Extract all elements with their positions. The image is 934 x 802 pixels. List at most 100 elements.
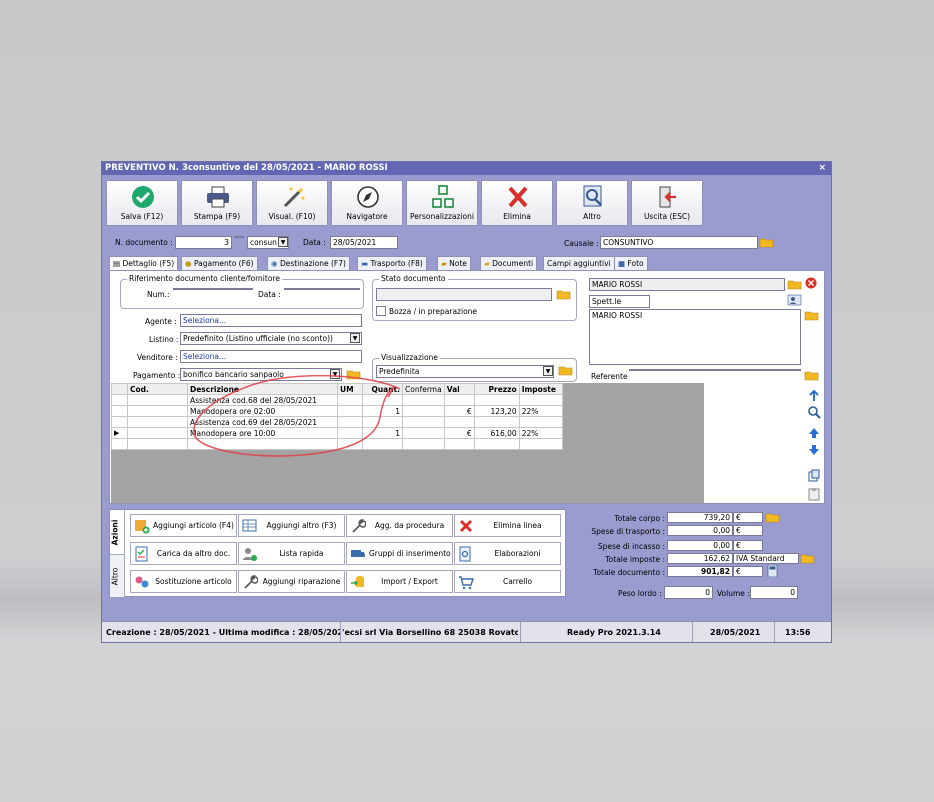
- insertion-groups-button[interactable]: Gruppi di inserimento: [346, 542, 453, 565]
- doc-number-input[interactable]: 3: [175, 236, 232, 249]
- peso-lordo-input[interactable]: 0: [664, 586, 713, 599]
- arrow-up-icon[interactable]: [807, 426, 821, 440]
- listino-select[interactable]: Predefinito (Listino ufficiale (no scont…: [180, 332, 362, 345]
- other-button[interactable]: Altro: [556, 180, 628, 226]
- arrow-down-icon[interactable]: [807, 443, 821, 457]
- add-from-procedure-button[interactable]: Agg. da procedura: [346, 514, 453, 537]
- cart-button[interactable]: Carrello: [454, 570, 561, 593]
- tab-trasporto[interactable]: ▬ Trasporto (F8): [357, 256, 427, 270]
- chevron-down-icon[interactable]: ▼: [543, 366, 553, 376]
- totale-imposte-label: Totale imposte :: [605, 555, 665, 564]
- checklist-icon: [135, 546, 148, 562]
- view-group-title: Visualizzazione: [379, 353, 440, 362]
- status-time: 13:56: [785, 628, 811, 637]
- processing-button[interactable]: Elaborazioni: [454, 542, 561, 565]
- cell-prezzo[interactable]: [473, 416, 520, 428]
- status-input[interactable]: [376, 288, 552, 301]
- agent-input[interactable]: Seleziona...: [180, 314, 362, 327]
- folder-icon[interactable]: [804, 369, 819, 381]
- doc-number-spinner[interactable]: [234, 236, 244, 238]
- tab-destinazione[interactable]: ◉ Destinazione (F7): [267, 256, 350, 270]
- causale-input[interactable]: CONSUNTIVO: [600, 236, 758, 249]
- tab-campi-aggiuntivi[interactable]: Campi aggiuntivi: [543, 256, 615, 270]
- preview-label: Visual. (F10): [268, 212, 316, 221]
- cell-prezzo[interactable]: [473, 394, 520, 406]
- folder-icon[interactable]: [787, 278, 802, 290]
- grid-header-imposte[interactable]: Imposte: [518, 383, 563, 395]
- cell-val[interactable]: €: [443, 427, 475, 439]
- preview-button[interactable]: Visual. (F10): [256, 180, 328, 226]
- print-button[interactable]: Stampa (F9): [181, 180, 253, 226]
- quick-list-button[interactable]: Lista rapida: [238, 542, 345, 565]
- delete-label: Elimina: [503, 212, 531, 221]
- volume-label: Volume :: [717, 589, 750, 598]
- venditore-label: Venditore :: [137, 353, 178, 362]
- venditore-input[interactable]: Seleziona...: [180, 350, 362, 363]
- grid-header-prezzo[interactable]: Prezzo: [473, 383, 520, 395]
- folder-icon[interactable]: [558, 364, 573, 376]
- spese-incasso-label: Spese di incasso :: [597, 542, 665, 551]
- referente-input[interactable]: [629, 369, 801, 371]
- clear-icon[interactable]: [804, 277, 819, 289]
- tab-azioni[interactable]: Azioni: [110, 510, 125, 554]
- tab-note[interactable]: ▰ Note: [437, 256, 471, 270]
- search-icon[interactable]: [807, 405, 821, 419]
- cell-prezzo[interactable]: 123,20: [473, 405, 520, 417]
- folder-icon[interactable]: [765, 511, 780, 523]
- cell-val[interactable]: €: [443, 405, 475, 417]
- cell-imposte[interactable]: [518, 394, 563, 406]
- add-article-button[interactable]: Aggiungi articolo (F4): [130, 514, 237, 537]
- tab-foto[interactable]: ■ Foto: [614, 256, 648, 270]
- calculator-icon[interactable]: [765, 565, 780, 577]
- listino-label: Listino :: [149, 335, 179, 344]
- paste-icon[interactable]: [807, 487, 821, 501]
- cell-prezzo[interactable]: [473, 438, 520, 450]
- cell-prezzo[interactable]: 616,00: [473, 427, 520, 439]
- exit-button[interactable]: Uscita (ESC): [631, 180, 703, 226]
- add-repair-button[interactable]: Aggiungi riparazione: [238, 570, 345, 593]
- ref-num-label: Num.:: [147, 290, 170, 299]
- load-from-doc-button[interactable]: Carica da altro doc.: [130, 542, 237, 565]
- folder-icon[interactable]: [759, 236, 774, 248]
- cell-val[interactable]: [443, 416, 475, 428]
- client-name-input[interactable]: MARIO ROSSI: [589, 278, 785, 291]
- customizations-button[interactable]: Personalizzazioni: [406, 180, 478, 226]
- cell-imposte[interactable]: 22%: [518, 427, 563, 439]
- tab-pagamento[interactable]: ● Pagamento (F6): [181, 256, 258, 270]
- ref-date-input[interactable]: [284, 288, 360, 290]
- cell-imposte[interactable]: [518, 416, 563, 428]
- tab-documenti[interactable]: ▰ Documenti: [480, 256, 538, 270]
- tab-dettaglio[interactable]: ▤ Dettaglio (F5): [109, 256, 179, 271]
- ref-num-input[interactable]: [173, 288, 253, 290]
- tab-altro[interactable]: Altro: [110, 554, 125, 597]
- add-other-button[interactable]: Aggiungi altro (F3): [238, 514, 345, 537]
- cell-val[interactable]: [443, 394, 475, 406]
- import-export-button[interactable]: Import / Export: [346, 570, 453, 593]
- client-address-textarea[interactable]: MARIO ROSSI: [589, 309, 801, 365]
- folder-icon[interactable]: [556, 288, 571, 300]
- referente-label: Referente: [591, 372, 628, 381]
- volume-input[interactable]: 0: [750, 586, 798, 599]
- cell-imposte[interactable]: 22%: [518, 405, 563, 417]
- draft-checkbox[interactable]: [376, 306, 386, 316]
- copy-icon[interactable]: [807, 469, 821, 483]
- close-icon[interactable]: ×: [818, 162, 826, 175]
- cell-val[interactable]: [443, 438, 475, 450]
- delete-button[interactable]: Elimina: [481, 180, 553, 226]
- save-button[interactable]: Salva (F12): [106, 180, 178, 226]
- chevron-down-icon[interactable]: ▼: [350, 333, 360, 343]
- chevron-down-icon[interactable]: ▼: [278, 237, 288, 247]
- user-add-icon: [243, 548, 257, 561]
- navigator-button[interactable]: Navigatore: [331, 180, 403, 226]
- salutation-input[interactable]: Spett.le: [589, 295, 650, 308]
- move-up-icon[interactable]: [807, 389, 821, 403]
- spese-trasporto-value: 0,00: [667, 525, 733, 536]
- replace-article-button[interactable]: Sostituzione articolo: [130, 570, 237, 593]
- delete-line-button[interactable]: Elimina linea: [454, 514, 561, 537]
- cell-imposte[interactable]: [518, 438, 563, 450]
- date-input[interactable]: 28/05/2021: [330, 236, 398, 249]
- folder-icon[interactable]: [804, 309, 819, 321]
- contacts-icon[interactable]: [787, 294, 802, 306]
- folder-icon[interactable]: [800, 552, 815, 564]
- grid-header-val[interactable]: Val: [443, 383, 475, 395]
